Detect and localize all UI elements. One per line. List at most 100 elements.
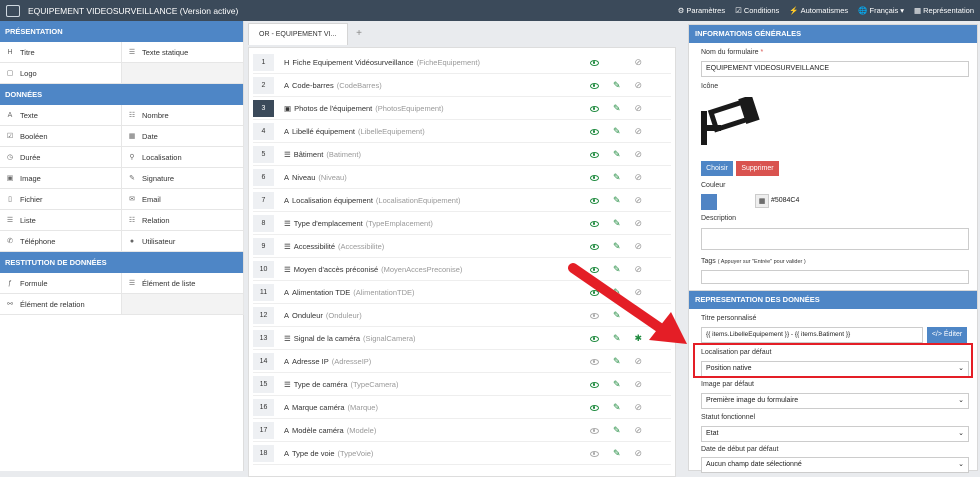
start-date-label: Date de début par défaut — [701, 446, 779, 453]
status-select[interactable]: Etat ⌄ — [701, 426, 969, 442]
tags-input[interactable] — [701, 270, 969, 284]
component-file[interactable]: ▯ Fichier — [0, 189, 122, 210]
field-row[interactable]: 17 A Modèle caméra (Modele) ✎ ⊘ — [253, 420, 671, 442]
visibility-eye-icon[interactable] — [589, 174, 599, 181]
edit-pencil-icon[interactable]: ✎ — [613, 379, 621, 390]
component-relation[interactable]: ☷ Relation — [122, 210, 244, 231]
edit-pencil-icon[interactable]: ✎ — [613, 103, 621, 114]
component-location[interactable]: ⚲ Localisation — [122, 147, 244, 168]
edit-title-button[interactable]: </> Éditer — [927, 327, 967, 343]
location-toggle-icon[interactable]: ⊘ — [634, 379, 642, 390]
component-formula[interactable]: ƒ Formule — [0, 273, 122, 294]
component-duration[interactable]: ◷ Durée — [0, 147, 122, 168]
visibility-eye-icon[interactable] — [589, 358, 599, 365]
visibility-eye-icon[interactable] — [589, 243, 599, 250]
edit-pencil-icon[interactable]: ✎ — [613, 402, 621, 413]
visibility-eye-icon[interactable] — [589, 59, 599, 66]
component-user[interactable]: ● Utilisateur — [122, 231, 244, 252]
location-toggle-icon[interactable]: ⊘ — [634, 448, 642, 459]
field-row[interactable]: 16 A Marque caméra (Marque) ✎ ⊘ — [253, 397, 671, 419]
component-number[interactable]: ☷ Nombre — [122, 105, 244, 126]
field-type-icon: H — [284, 58, 290, 67]
component-boolean[interactable]: ☑ Booléen — [0, 126, 122, 147]
component-email[interactable]: ✉ Email — [122, 189, 244, 210]
component-title[interactable]: H Titre — [0, 42, 122, 63]
location-toggle-icon[interactable]: ⊘ — [634, 126, 642, 137]
location-toggle-icon[interactable]: ⊘ — [634, 241, 642, 252]
component-phone[interactable]: ✆ Téléphone — [0, 231, 122, 252]
field-row[interactable]: 9 ☰ Accessibilité (Accessibilite) ✎ ⊘ — [253, 236, 671, 258]
visibility-eye-icon[interactable] — [589, 220, 599, 227]
edit-pencil-icon[interactable]: ✎ — [613, 172, 621, 183]
add-page-button[interactable]: + — [348, 23, 370, 45]
field-row[interactable]: 4 A Libellé équipement (LibelleEquipement) ✎… — [253, 121, 671, 143]
edit-pencil-icon[interactable]: ✎ — [613, 448, 621, 459]
field-row[interactable]: 18 A Type de voie (TypeVoie) ✎ ⊘ — [253, 443, 671, 465]
field-row[interactable]: 1 H Fiche Equipement Vidéosurveillance (Fic… — [253, 52, 671, 74]
visibility-eye-icon[interactable] — [589, 82, 599, 89]
edit-pencil-icon[interactable]: ✎ — [613, 149, 621, 160]
component-date[interactable]: ▦ Date — [122, 126, 244, 147]
edit-pencil-icon[interactable]: ✎ — [613, 425, 621, 436]
color-swatch[interactable] — [701, 194, 717, 210]
delete-icon-button[interactable]: Supprimer — [736, 161, 779, 176]
location-toggle-icon[interactable]: ⊘ — [634, 402, 642, 413]
field-row[interactable]: 2 A Code-barres (CodeBarres) ✎ ⊘ — [253, 75, 671, 97]
field-row[interactable]: 5 ☰ Bâtiment (Batiment) ✎ ⊘ — [253, 144, 671, 166]
component-label: Email — [142, 194, 161, 204]
visibility-eye-icon[interactable] — [589, 105, 599, 112]
component-list[interactable]: ☰ Liste — [0, 210, 122, 231]
form-name-input[interactable]: EQUIPEMENT VIDEOSURVEILLANCE — [701, 61, 969, 77]
location-toggle-icon[interactable]: ⊘ — [634, 80, 642, 91]
automations-menu[interactable]: ⚡ Automatismes — [789, 6, 848, 15]
properties-panel: INFORMATIONS GÉNÉRALES Nom du formulaire… — [686, 21, 980, 473]
field-row[interactable]: 8 ☰ Type d'emplacement (TypeEmplacement) ✎ ⊘ — [253, 213, 671, 235]
form-name-label: Nom du formulaire * — [701, 49, 763, 56]
visibility-eye-icon[interactable] — [589, 128, 599, 135]
field-row[interactable]: 7 A Localisation équipement (LocalisationEq… — [253, 190, 671, 212]
component-list-element[interactable]: ☰ Élément de liste — [122, 273, 244, 294]
field-row[interactable]: 14 A Adresse IP (AdresseIP) ✎ ⊘ — [253, 351, 671, 373]
visibility-eye-icon[interactable] — [589, 197, 599, 204]
component-text[interactable]: A Texte — [0, 105, 122, 126]
location-toggle-icon[interactable]: ⊘ — [634, 172, 642, 183]
component-static-text[interactable]: ☰ Texte statique — [122, 42, 244, 63]
edit-pencil-icon[interactable]: ✎ — [613, 80, 621, 91]
edit-pencil-icon[interactable]: ✎ — [613, 241, 621, 252]
language-menu[interactable]: 🌐 Français ▾ — [858, 6, 904, 15]
edit-pencil-icon[interactable]: ✎ — [613, 126, 621, 137]
location-toggle-icon[interactable]: ⊘ — [634, 218, 642, 229]
default-image-select[interactable]: Première image du formulaire ⌄ — [701, 393, 969, 409]
representation-menu[interactable]: ▦ Représentation — [914, 6, 974, 15]
field-row[interactable]: 15 ☰ Type de caméra (TypeCamera) ✎ ⊘ — [253, 374, 671, 396]
edit-pencil-icon[interactable]: ✎ — [613, 356, 621, 367]
custom-title-input[interactable]: {{ items.LibelleEquipement }} - {{ items… — [701, 327, 923, 343]
conditions-menu[interactable]: ☑ Conditions — [735, 6, 779, 15]
location-toggle-icon[interactable]: ⊘ — [634, 57, 642, 68]
location-toggle-icon[interactable]: ⊘ — [634, 195, 642, 206]
component-logo[interactable]: ▢ Logo — [0, 63, 122, 84]
field-row[interactable]: 3 ▣ Photos de l'équipement (PhotosEquipemen… — [253, 98, 671, 120]
choose-icon-button[interactable]: Choisir — [701, 161, 733, 176]
visibility-eye-icon[interactable] — [589, 381, 599, 388]
location-toggle-icon[interactable]: ⊘ — [634, 103, 642, 114]
visibility-eye-icon[interactable] — [589, 450, 599, 457]
component-image[interactable]: ▣ Image — [0, 168, 122, 189]
visibility-eye-icon[interactable] — [589, 427, 599, 434]
edit-pencil-icon[interactable]: ✎ — [613, 218, 621, 229]
field-name: Modèle caméra — [292, 426, 344, 435]
location-toggle-icon[interactable]: ⊘ — [634, 149, 642, 160]
component-signature[interactable]: ✎ Signature — [122, 168, 244, 189]
visibility-eye-icon[interactable] — [589, 404, 599, 411]
color-value-field[interactable]: ▦ #5084C4 — [755, 194, 969, 210]
location-toggle-icon[interactable]: ⊘ — [634, 425, 642, 436]
settings-menu[interactable]: ⚙ Paramètres — [678, 6, 726, 15]
field-row[interactable]: 6 A Niveau (Niveau) ✎ ⊘ — [253, 167, 671, 189]
edit-pencil-icon[interactable]: ✎ — [613, 195, 621, 206]
component-relation-element[interactable]: ⚯ Élément de relation — [0, 294, 122, 315]
user-icon: ● — [129, 237, 135, 245]
location-toggle-icon[interactable]: ⊘ — [634, 356, 642, 367]
tab-page-1[interactable]: OR - EQUIPEMENT VI... — [248, 23, 348, 45]
description-textarea[interactable] — [701, 228, 969, 250]
visibility-eye-icon[interactable] — [589, 151, 599, 158]
